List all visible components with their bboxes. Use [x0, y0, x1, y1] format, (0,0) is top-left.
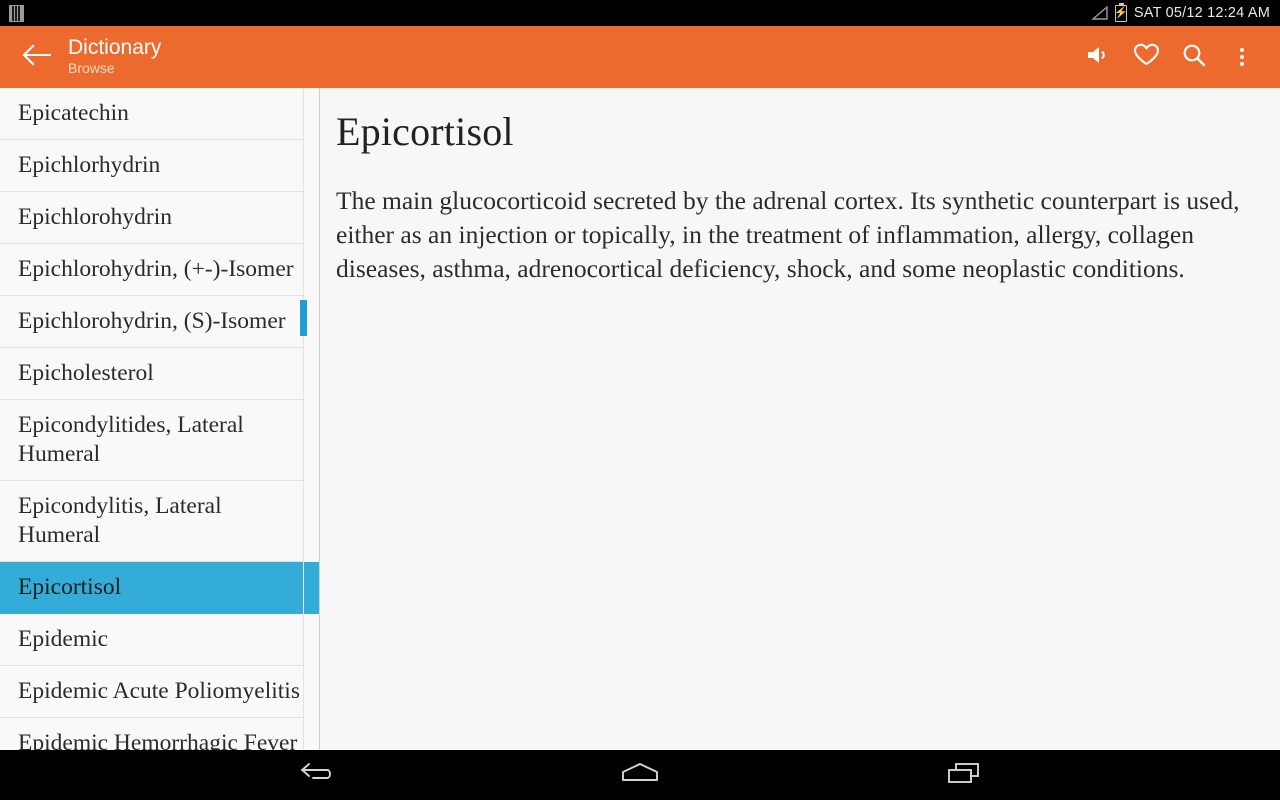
favorite-button[interactable]	[1122, 26, 1170, 88]
android-recents-button[interactable]	[883, 750, 1045, 800]
back-icon	[299, 761, 333, 790]
term-list: Epicatechin Epichlorhydrin Epichlorohydr…	[0, 88, 319, 750]
android-navigation-bar	[0, 750, 1280, 800]
list-item-label: Epichlorohydrin, (+-)-Isomer	[18, 256, 294, 282]
android-status-bar: ⚡ SAT 05/12 12:24 AM	[0, 0, 1280, 26]
android-home-button[interactable]	[559, 750, 721, 800]
content-area: Epicatechin Epichlorhydrin Epichlorohydr…	[0, 88, 1280, 750]
tablet-screen: ⚡ SAT 05/12 12:24 AM Dictionary Browse E…	[0, 0, 1280, 800]
pronounce-button[interactable]	[1074, 26, 1122, 88]
heart-icon	[1133, 42, 1160, 72]
list-item[interactable]: Epichlorohydrin, (+-)-Isomer	[0, 244, 319, 296]
toolbar-title-block: Dictionary Browse	[68, 36, 1074, 79]
arrow-left-icon	[21, 44, 52, 71]
page-title: Dictionary	[68, 35, 162, 59]
list-item-label: Epichlorhydrin	[18, 152, 161, 178]
signal-triangle-icon	[1091, 5, 1108, 20]
list-item[interactable]: Epicholesterol	[0, 348, 319, 400]
page-subtitle: Browse	[68, 59, 115, 76]
list-item-label: Epichlorohydrin, (S)-Isomer	[18, 308, 286, 334]
list-item-label: Epicondylitis, Lateral Humeral	[18, 493, 222, 548]
sim-card-icon	[9, 4, 24, 22]
charging-bolt-icon: ⚡	[1114, 6, 1128, 19]
back-navigation-button[interactable]	[0, 26, 72, 88]
list-item-label: Epicondylitides, Lateral Humeral	[18, 412, 244, 467]
battery-charging-icon: ⚡	[1114, 2, 1128, 22]
list-item[interactable]: Epidemic	[0, 614, 319, 666]
overflow-menu-icon	[1240, 48, 1244, 66]
list-item-label: Epicortisol	[18, 574, 122, 600]
term-list-sidebar[interactable]: Epicatechin Epichlorhydrin Epichlorohydr…	[0, 88, 320, 750]
speaker-volume-icon	[1085, 43, 1111, 72]
list-item-label: Epichlorohydrin	[18, 204, 173, 230]
list-item[interactable]: Epicondylitides, Lateral Humeral	[0, 400, 319, 481]
list-item[interactable]: Epichlorohydrin, (S)-Isomer	[0, 296, 319, 348]
list-item[interactable]: Epidemic Hemorrhagic Fever	[0, 718, 319, 750]
scrollbar-thumb[interactable]	[300, 300, 307, 336]
list-item-label: Epidemic	[18, 626, 109, 652]
list-item[interactable]: Epichlorhydrin	[0, 140, 319, 192]
list-item[interactable]: Epicatechin	[0, 88, 319, 140]
definition-pane: Epicortisol The main glucocorticoid secr…	[320, 88, 1280, 750]
list-item[interactable]: Epichlorohydrin	[0, 192, 319, 244]
search-button[interactable]	[1170, 26, 1218, 88]
recents-icon	[946, 761, 982, 790]
overflow-menu-button[interactable]	[1218, 26, 1266, 88]
list-item-label: Epicholesterol	[18, 360, 154, 386]
list-item[interactable]: Epicondylitis, Lateral Humeral	[0, 481, 319, 562]
definition-title: Epicortisol	[336, 109, 514, 154]
toolbar-actions	[1074, 26, 1266, 88]
list-item-label: Epicatechin	[18, 100, 129, 126]
list-item-label: Epidemic Hemorrhagic Fever	[18, 730, 298, 750]
android-back-button[interactable]	[235, 750, 397, 800]
definition-text: The main glucocorticoid secreted by the …	[336, 186, 1240, 283]
app-toolbar: Dictionary Browse	[0, 26, 1280, 88]
home-icon	[620, 761, 660, 790]
status-bar-right: ⚡ SAT 05/12 12:24 AM	[1091, 2, 1270, 22]
scrollbar-track	[303, 88, 304, 750]
list-item[interactable]: Epidemic Acute Poliomyelitis	[0, 666, 319, 718]
list-item-selected[interactable]: Epicortisol	[0, 562, 319, 614]
search-icon	[1181, 42, 1207, 73]
status-bar-left	[9, 4, 24, 22]
status-bar-clock: SAT 05/12 12:24 AM	[1133, 5, 1270, 21]
list-item-label: Epidemic Acute Poliomyelitis	[18, 678, 300, 704]
